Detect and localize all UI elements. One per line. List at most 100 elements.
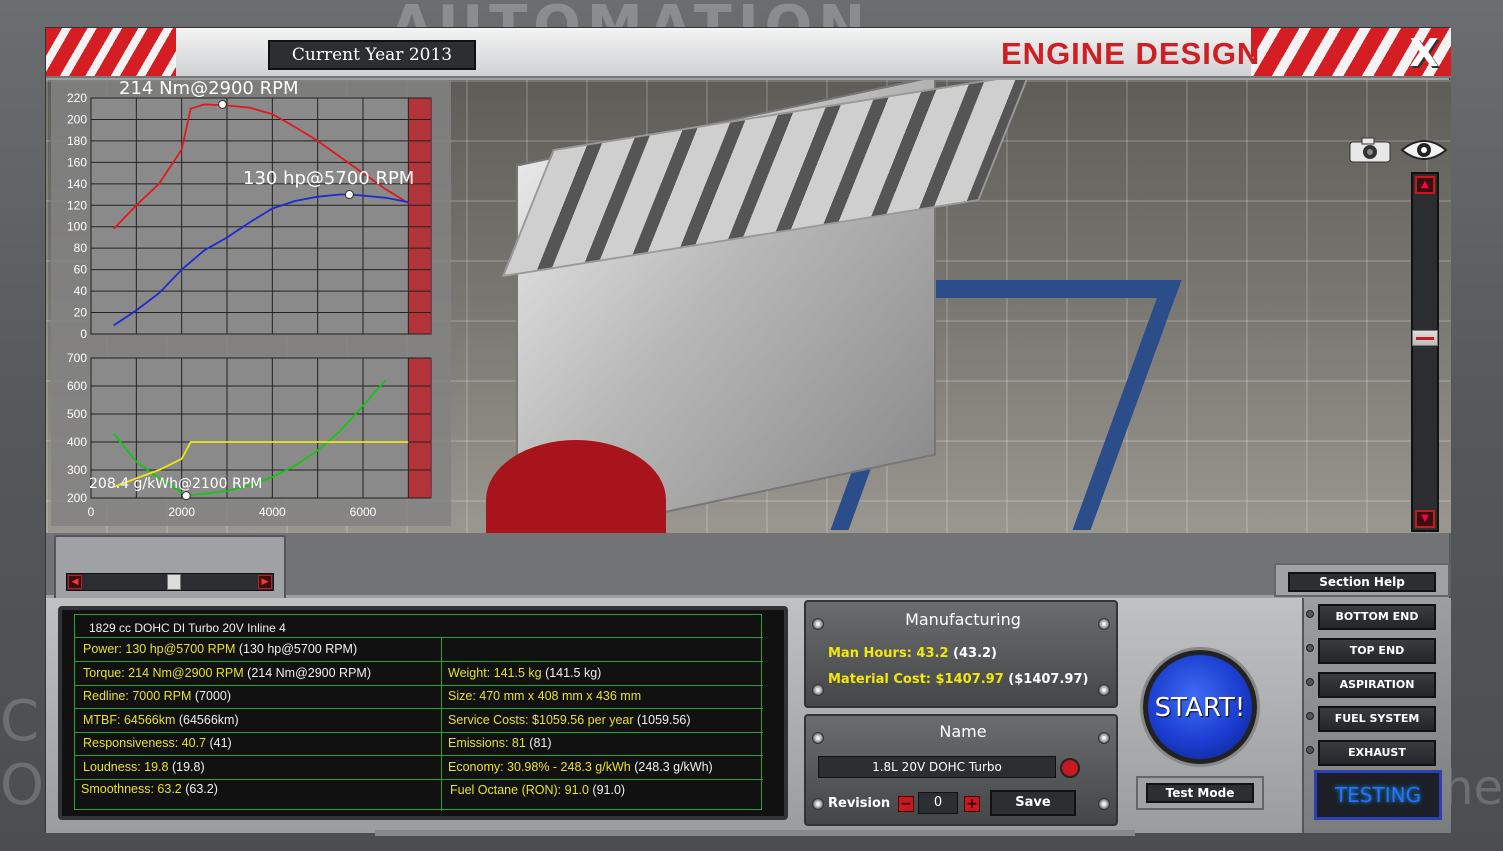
bolt-icon [1306,712,1314,720]
grid-line [75,779,763,780]
torque-peak-label: 214 Nm@2900 RPM [119,80,299,99]
tab-bottom-end[interactable]: BOTTOM END [1318,604,1436,630]
y-tick-label: 140 [67,177,87,191]
title-bar: Current Year 2013 ENGINE DESIGN X [46,28,1451,78]
window-title: ENGINE DESIGN [1001,36,1261,71]
y-tick-label: 300 [67,463,87,477]
current-year-label: Current Year 2013 [268,40,476,70]
redline-zone [408,358,431,498]
camera-icon[interactable] [1348,136,1392,164]
tab-aspiration[interactable]: ASPIRATION [1318,672,1436,698]
title-stripes-left [46,28,176,76]
chevron-left-icon[interactable]: ◀ [68,575,82,589]
graph-slider-strip: ◀ ▶ [46,533,1451,601]
save-button[interactable]: Save [990,790,1076,816]
power-peak-marker [344,190,354,200]
manufacturing-title: Manufacturing [905,610,1021,629]
revision-increment-button[interactable]: + [964,796,980,812]
y-tick-label: 0 [80,327,87,341]
y-tick-label: 80 [74,241,88,255]
stat-economy: Economy: 30.98% - 248.3 g/kWh (248.3 g/k… [448,760,713,774]
background-right-text: he [1443,760,1503,816]
redline-zone [408,98,431,334]
bolt-icon [812,684,824,696]
bolt-icon [812,798,824,810]
stat-redline: Redline: 7000 RPM (7000) [83,689,232,703]
grid-line [75,637,763,638]
eye-icon[interactable] [1400,136,1448,164]
chevron-up-icon[interactable]: ▲ [1415,176,1435,194]
torque-peak-marker [217,99,227,109]
stat-responsiveness: Responsiveness: 40.7 (41) [83,736,232,750]
x-tick-label: 6000 [350,505,377,519]
tab-testing[interactable]: TESTING [1314,770,1442,820]
power-peak-label: 130 hp@5700 RPM [243,168,414,189]
bsfc-min-marker [181,491,191,501]
stat-loudness: Loudness: 19.8 (19.8) [83,760,205,774]
engine-name-input[interactable]: 1.8L 20V DOHC Turbo [818,756,1056,778]
section-nav: BOTTOM END TOP END ASPIRATION FUEL SYSTE… [1302,598,1451,833]
y-tick-label: 160 [67,155,87,169]
stat-smoothness: Smoothness: 63.2 (63.2) [81,782,218,796]
y-tick-label: 200 [67,112,87,126]
rpm-slider[interactable]: ◀ ▶ [66,573,274,591]
y-tick-label: 400 [67,435,87,449]
chevron-down-icon[interactable]: ▼ [1415,510,1435,528]
stat-power: Power: 130 hp@5700 RPM (130 hp@5700 RPM) [83,642,358,656]
revision-decrement-button[interactable]: − [898,796,914,812]
start-button[interactable]: START! [1143,650,1257,764]
material-cost-value: Material Cost: $1407.97 ($1407.97) [828,672,1089,687]
y-tick-label: 180 [67,134,87,148]
engine-design-window: Current Year 2013 ENGINE DESIGN X ▲ ▼ ◇ … [45,27,1451,833]
bottom-bar-decoration [375,830,1135,836]
chevron-right-icon[interactable]: ▶ [258,575,272,589]
name-panel: Name 1.8L 20V DOHC Turbo Revision − 0 + … [804,714,1118,826]
stat-torque: Torque: 214 Nm@2900 RPM (214 Nm@2900 RPM… [83,666,372,680]
rpm-slider-thumb[interactable] [167,574,181,590]
y-tick-label: 100 [67,220,87,234]
y-tick-label: 220 [67,91,87,105]
y-tick-label: 120 [67,198,87,212]
zoom-scrollbar-thumb[interactable] [1412,330,1438,346]
tab-exhaust[interactable]: EXHAUST [1318,740,1436,766]
bolt-icon [1306,644,1314,652]
grid-line [75,732,763,733]
y-tick-label: 60 [74,263,88,277]
start-label: START! [1154,693,1246,723]
x-tick-label: 4000 [259,505,286,519]
bolt-icon [1306,746,1314,754]
engine-graphs-panel: 220 200 180 160 140 120 100 80 60 40 20 0 700 600 500 4… [51,80,451,526]
refresh-name-icon[interactable] [1060,758,1080,778]
name-title: Name [939,722,987,741]
section-help-button[interactable]: Section Help [1288,572,1436,592]
zoom-scrollbar[interactable]: ▲ ▼ [1411,172,1439,532]
bolt-icon [1306,678,1314,686]
close-button[interactable]: X [1406,33,1442,73]
revision-value: 0 [918,792,958,814]
bsfc-min-label: 208.4 g/kWh@2100 RPM [89,476,262,492]
grid-line [75,685,763,686]
engine-graphs-svg: 2202001801601401201008060402007006005004… [67,80,432,519]
grid-line [75,755,763,756]
engine-description: 1829 cc DOHC DI Turbo 20V Inline 4 [89,621,286,635]
test-mode-button[interactable]: Test Mode [1146,783,1254,803]
bottom-panel: 1829 cc DOHC DI Turbo 20V Inline 4 Power… [46,598,1451,833]
grid-line [75,708,763,709]
tab-top-end[interactable]: TOP END [1318,638,1436,664]
stat-size: Size: 470 mm x 408 mm x 436 mm [448,689,642,703]
engine-stats-grid: 1829 cc DOHC DI Turbo 20V Inline 4 Power… [74,614,763,811]
y-tick-label: 20 [74,306,88,320]
grid-line [75,661,763,662]
x-tick-label: 2000 [168,505,195,519]
grid-line [441,637,442,811]
y-tick-label: 600 [67,379,87,393]
manufacturing-panel: Manufacturing Man Hours: 43.2 (43.2) Mat… [804,600,1118,708]
tab-fuel-system[interactable]: FUEL SYSTEM [1318,706,1436,732]
y-tick-label: 700 [67,351,87,365]
testing-label: TESTING [1334,783,1422,807]
bolt-icon [1098,684,1110,696]
y-tick-label: 200 [67,491,87,505]
stat-fuel-octane: Fuel Octane (RON): 91.0 (91.0) [450,783,626,797]
bolt-icon [1306,610,1314,618]
section-help-box: Section Help [1274,563,1450,597]
